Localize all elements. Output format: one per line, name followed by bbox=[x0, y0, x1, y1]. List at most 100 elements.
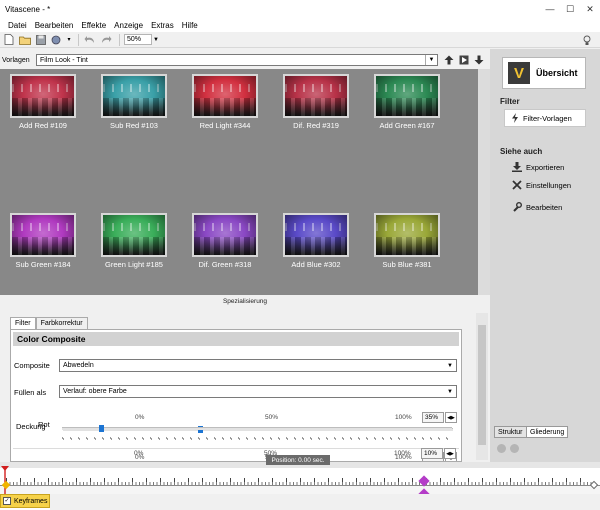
menu-anzeige[interactable]: Anzeige bbox=[110, 21, 147, 30]
thumbnail-caption: Sub Blue #381 bbox=[382, 260, 432, 269]
menu-bearbeiten[interactable]: Bearbeiten bbox=[31, 21, 78, 30]
keyframes-label: Keyframes bbox=[14, 497, 48, 505]
thumbnail-caption: Sub Red #103 bbox=[110, 121, 158, 130]
minimize-button[interactable]: — bbox=[540, 0, 560, 18]
filter-templates-button[interactable]: Filter-Vorlagen bbox=[504, 109, 586, 127]
thumbnail-caption: Green Light #185 bbox=[105, 260, 163, 269]
remove-icon[interactable] bbox=[510, 444, 519, 453]
thumbnail-caption: Add Green #167 bbox=[379, 121, 435, 130]
tick-label: 0% bbox=[135, 414, 145, 421]
templates-select[interactable]: Film Look - Tint ▼ bbox=[36, 54, 438, 66]
close-button[interactable]: ✕ bbox=[580, 0, 600, 18]
wrench-icon bbox=[513, 202, 522, 212]
timeline-footer bbox=[50, 494, 600, 510]
maximize-button[interactable]: ☐ bbox=[560, 0, 580, 18]
chevron-down-icon[interactable]: ▼ bbox=[152, 34, 160, 45]
link-einstellungen-label: Einstellungen bbox=[526, 180, 572, 190]
tab-gliederung[interactable]: Gliederung bbox=[526, 426, 569, 438]
template-thumbnail[interactable]: Green Light #185 bbox=[99, 213, 169, 269]
fill-label: Füllen als bbox=[14, 388, 47, 397]
chevron-down-icon: ▼ bbox=[447, 362, 453, 369]
menu-datei[interactable]: Datei bbox=[4, 21, 31, 30]
composite-label: Composite bbox=[14, 361, 50, 370]
keyframes-toggle[interactable]: ✓ Keyframes bbox=[0, 494, 50, 508]
thumbnail-image bbox=[192, 213, 258, 257]
lightbulb-icon[interactable] bbox=[580, 33, 594, 47]
template-thumbnail[interactable]: Add Red #109 bbox=[8, 74, 78, 130]
main-area: Vorlagen Film Look - Tint ▼ Add Red #109… bbox=[0, 49, 490, 462]
gallery-scrollbar[interactable] bbox=[478, 69, 490, 295]
render-icon[interactable] bbox=[50, 33, 64, 47]
zoom-select[interactable]: 50% bbox=[124, 34, 152, 45]
templates-select-value: Film Look - Tint bbox=[40, 56, 88, 64]
thumbnail-image bbox=[283, 213, 349, 257]
link-bearbeiten-label: Bearbeiten bbox=[526, 202, 563, 212]
arrow-down-icon[interactable] bbox=[473, 54, 485, 66]
add-icon[interactable] bbox=[497, 444, 506, 453]
thumbnail-caption: Dif. Green #318 bbox=[198, 260, 252, 269]
link-exportieren[interactable]: Exportieren bbox=[512, 162, 564, 172]
timeline-track[interactable] bbox=[0, 486, 600, 494]
tools-icon bbox=[512, 180, 522, 190]
link-bearbeiten[interactable]: Bearbeiten bbox=[512, 202, 562, 212]
thumbnail-image bbox=[374, 213, 440, 257]
undo-icon[interactable] bbox=[83, 33, 97, 47]
arrow-up-icon[interactable] bbox=[443, 54, 455, 66]
specialization-splitter[interactable]: Spezialisierung bbox=[0, 295, 490, 307]
thumbnail-image bbox=[10, 74, 76, 118]
link-einstellungen[interactable]: Einstellungen bbox=[512, 180, 571, 190]
template-thumbnail[interactable]: Add Blue #302 bbox=[281, 213, 351, 269]
template-thumbnail[interactable]: Dif. Green #318 bbox=[190, 213, 260, 269]
thumbnail-image bbox=[101, 213, 167, 257]
thumbnail-image bbox=[101, 74, 167, 118]
right-panel: V Übersicht Filter Filter-Vorlagen Siehe… bbox=[490, 49, 600, 462]
filter-tabs: Filter Farbkorrektur bbox=[10, 317, 88, 329]
thumbnail-caption: Dif. Red #319 bbox=[293, 121, 339, 130]
settings-scrollbar[interactable] bbox=[476, 313, 488, 460]
deckung-slider-track[interactable] bbox=[63, 426, 453, 433]
vitascene-logo-icon: V bbox=[508, 62, 530, 84]
template-thumbnail[interactable]: Sub Green #184 bbox=[8, 213, 78, 269]
composite-select[interactable]: Abwedeln ▼ bbox=[59, 359, 457, 372]
play-icon[interactable] bbox=[458, 54, 470, 66]
deckung-value[interactable]: 35% bbox=[422, 412, 444, 423]
toolbar: ▾ 50% ▼ bbox=[0, 32, 600, 48]
template-thumbnail[interactable]: Dif. Red #319 bbox=[281, 74, 351, 130]
position-readout: Position: 0.00 sec. bbox=[266, 455, 330, 465]
color-composite-panel: Color Composite Composite Abwedeln ▼ Fül… bbox=[10, 329, 462, 462]
composite-select-value: Abwedeln bbox=[63, 362, 94, 369]
redo-icon[interactable] bbox=[99, 33, 113, 47]
overview-button[interactable]: V Übersicht bbox=[502, 57, 586, 89]
checkbox-icon[interactable]: ✓ bbox=[3, 497, 11, 505]
save-icon[interactable] bbox=[34, 33, 48, 47]
see-also-header: Siehe auch bbox=[500, 147, 543, 156]
template-thumbnail[interactable]: Red Light #344 bbox=[190, 74, 260, 130]
template-thumbnail[interactable]: Sub Blue #381 bbox=[372, 213, 442, 269]
tick-label: 50% bbox=[265, 414, 279, 421]
menu-effekte[interactable]: Effekte bbox=[77, 21, 110, 30]
timeline-ruler[interactable] bbox=[0, 468, 600, 486]
deckung-slider-thumb[interactable] bbox=[197, 426, 203, 433]
rot-value[interactable]: 10% bbox=[422, 452, 444, 461]
menu-hilfe[interactable]: Hilfe bbox=[178, 21, 202, 30]
fill-select[interactable]: Verlauf: obere Farbe ▼ bbox=[59, 385, 457, 398]
thumbnail-image bbox=[374, 74, 440, 118]
deckung-spinner[interactable]: ◀▶ bbox=[445, 412, 457, 423]
thumbnail-caption: Red Light #344 bbox=[199, 121, 251, 130]
export-icon bbox=[512, 162, 522, 172]
tab-filter[interactable]: Filter bbox=[10, 317, 36, 329]
tab-farbkorrektur[interactable]: Farbkorrektur bbox=[35, 317, 88, 329]
chevron-down-icon[interactable]: ▾ bbox=[66, 33, 72, 47]
chevron-down-icon: ▼ bbox=[447, 388, 453, 395]
tick-label: 0% bbox=[135, 454, 145, 461]
section-divider bbox=[13, 448, 459, 449]
thumbnail-caption: Sub Green #184 bbox=[15, 260, 71, 269]
new-file-icon[interactable] bbox=[2, 33, 16, 47]
template-thumbnail[interactable]: Add Green #167 bbox=[372, 74, 442, 130]
template-thumbnail[interactable]: Sub Red #103 bbox=[99, 74, 169, 130]
menu-extras[interactable]: Extras bbox=[147, 21, 178, 30]
toolbar-divider bbox=[119, 33, 120, 46]
tab-struktur[interactable]: Struktur bbox=[494, 426, 527, 438]
open-folder-icon[interactable] bbox=[18, 33, 32, 47]
rot-spinner[interactable]: ◀▶ bbox=[445, 452, 457, 461]
